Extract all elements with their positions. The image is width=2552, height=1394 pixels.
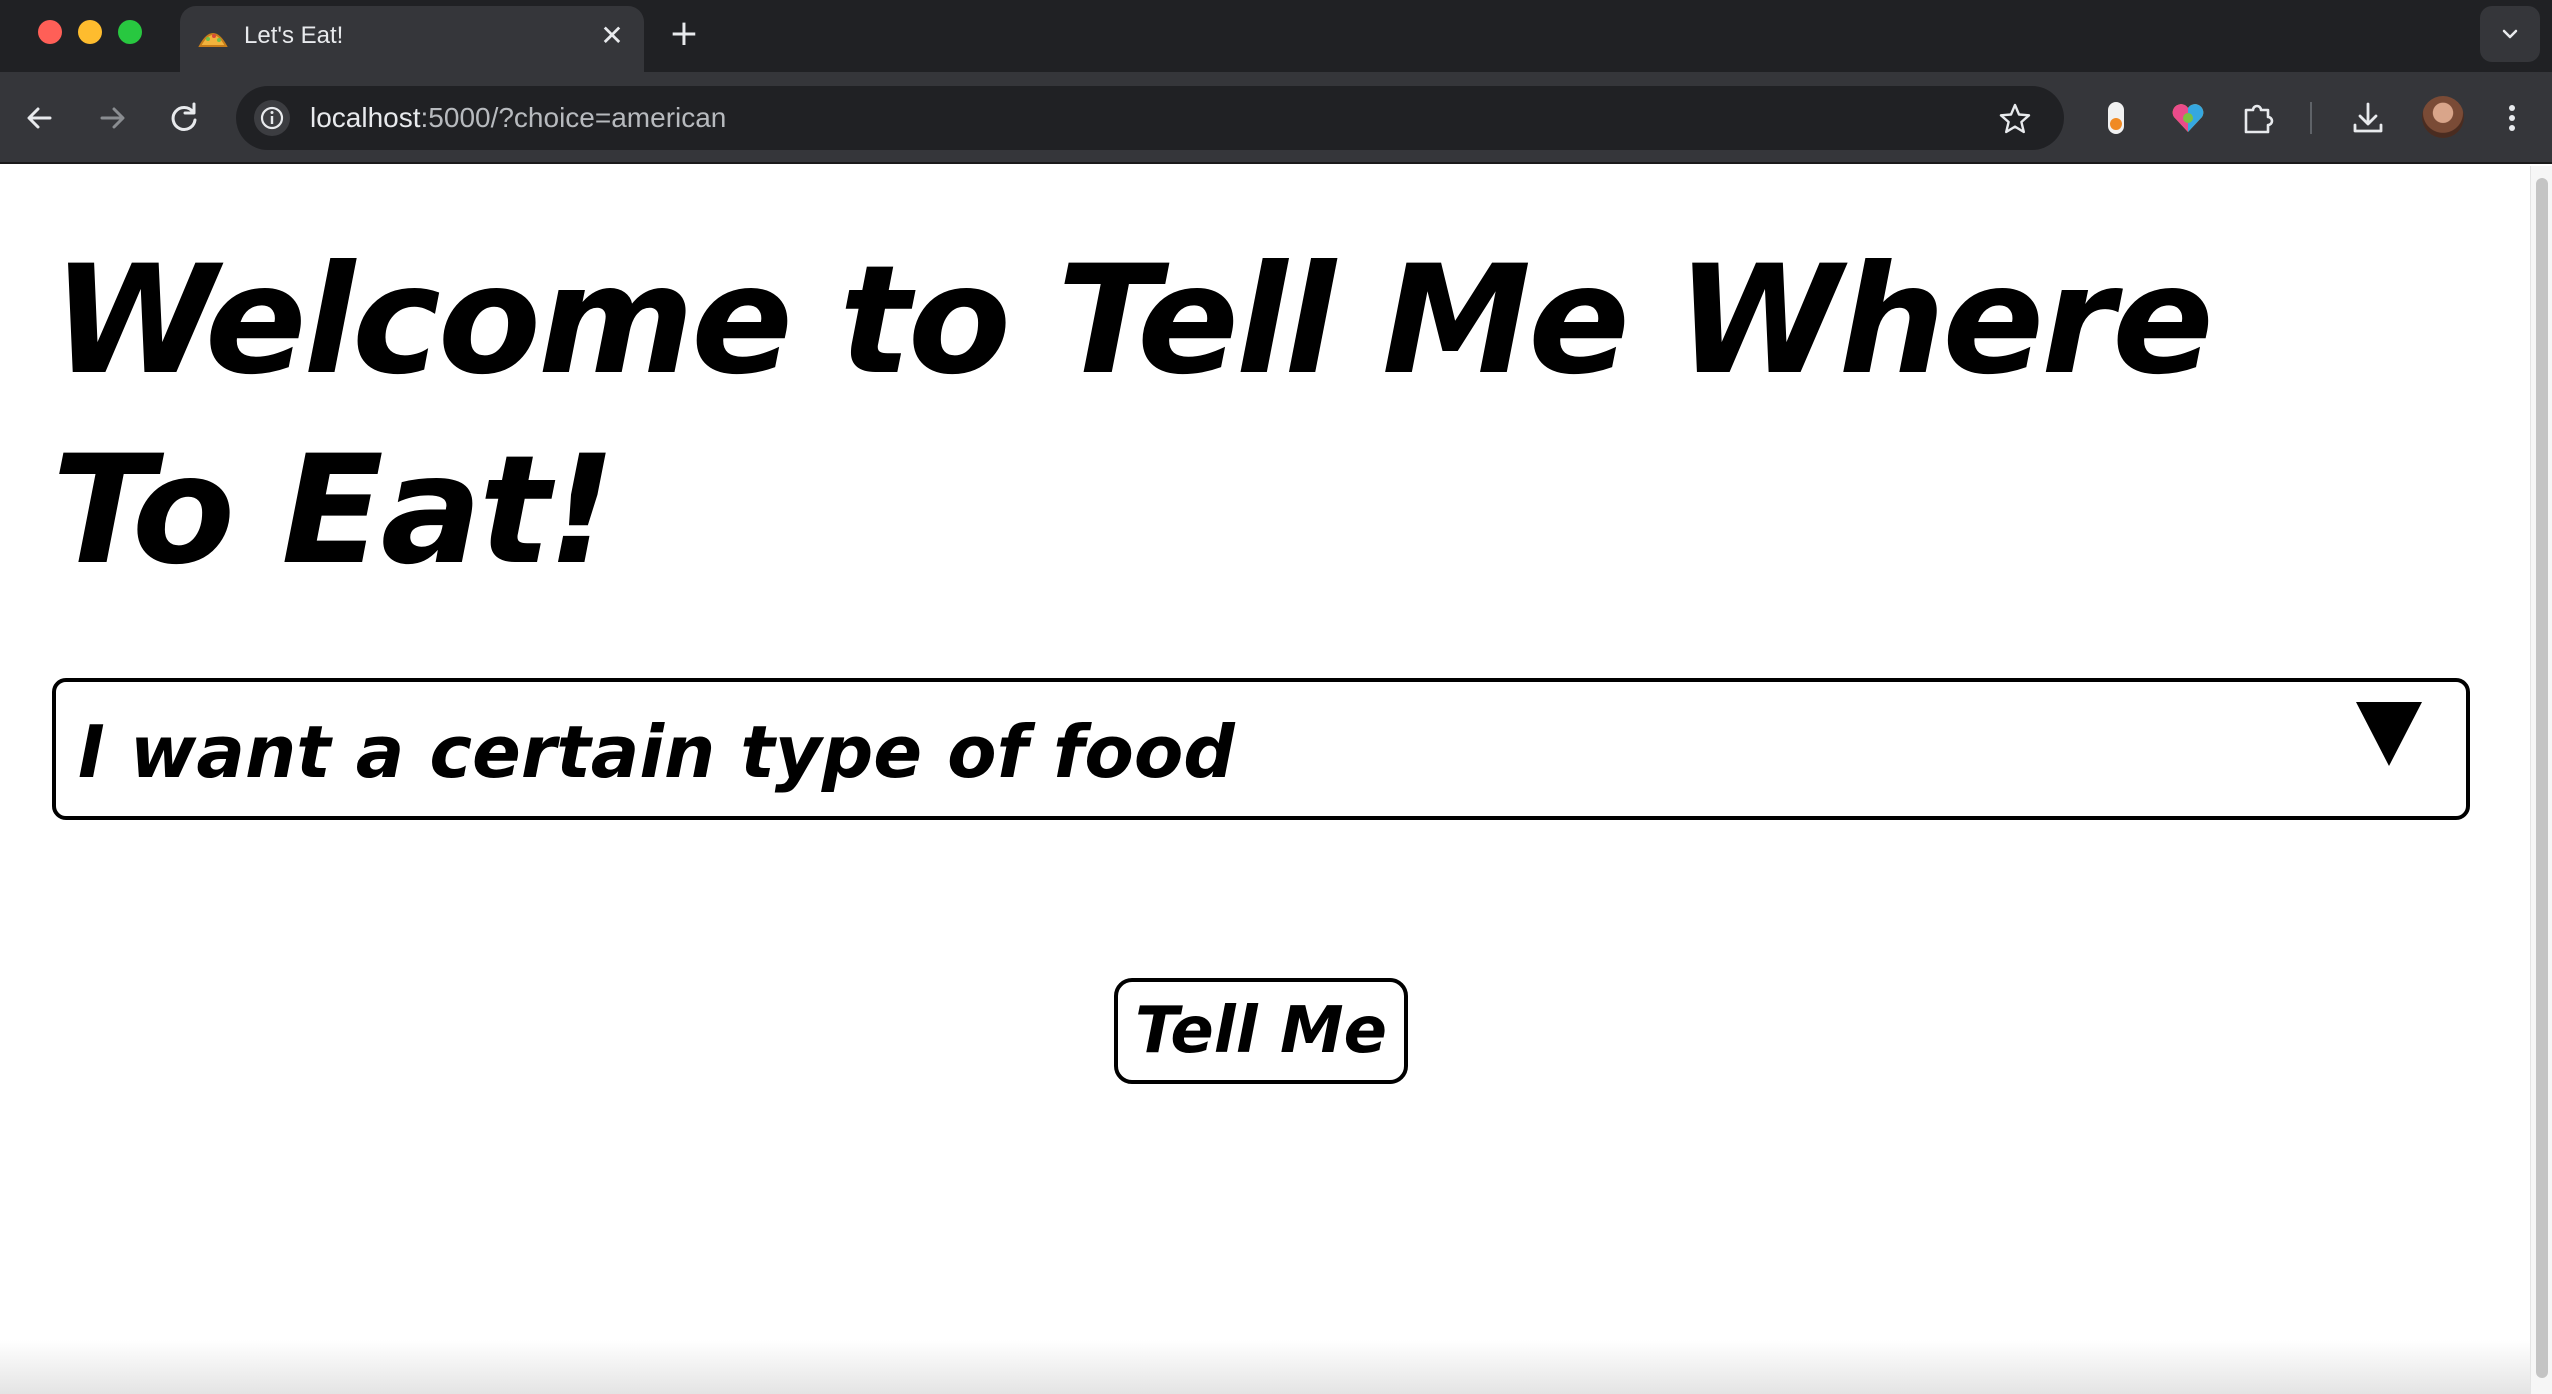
food-choice-select[interactable]: I want a certain type of food xyxy=(52,678,2470,820)
heart-extension-icon[interactable] xyxy=(2168,98,2208,142)
download-icon[interactable] xyxy=(2348,98,2388,142)
address-bar[interactable]: localhost:5000/?choice=american xyxy=(236,86,2064,150)
bookmark-star-icon[interactable] xyxy=(1998,102,2032,140)
minimize-window-button[interactable] xyxy=(78,20,102,44)
forward-button[interactable] xyxy=(90,96,134,140)
tab-search-button[interactable] xyxy=(2480,6,2540,62)
tell-me-button[interactable]: Tell Me xyxy=(1114,978,1408,1084)
close-window-button[interactable] xyxy=(38,20,62,44)
url-host: localhost xyxy=(310,102,421,133)
extension-toggle-icon[interactable] xyxy=(2098,98,2134,142)
page-bottom-shadow xyxy=(0,1340,2530,1394)
page-viewport: Welcome to Tell Me Where To Eat! I want … xyxy=(0,166,2530,1394)
close-tab-icon[interactable]: ✕ xyxy=(596,20,628,52)
kebab-menu-icon[interactable] xyxy=(2494,98,2530,142)
toolbar-divider xyxy=(2310,102,2312,134)
chevron-down-icon xyxy=(2502,29,2518,39)
site-info-icon[interactable] xyxy=(254,100,290,136)
profile-avatar[interactable] xyxy=(2422,96,2464,138)
puzzle-extensions-icon[interactable] xyxy=(2238,98,2278,142)
url-text: localhost:5000/?choice=american xyxy=(310,102,726,134)
url-path: :5000/?choice=american xyxy=(420,102,727,133)
forward-icon xyxy=(100,107,125,129)
page-scrollbar[interactable] xyxy=(2530,166,2552,1394)
new-tab-button[interactable]: + xyxy=(664,14,704,54)
select-selected-value: I want a certain type of food xyxy=(78,710,1235,794)
tab-lets-eat[interactable]: Let's Eat! ✕ xyxy=(180,6,644,72)
back-icon xyxy=(27,107,52,129)
scrollbar-thumb[interactable] xyxy=(2536,178,2548,1378)
page-title: Welcome to Tell Me Where To Eat! xyxy=(52,234,2214,598)
reload-icon xyxy=(171,102,197,131)
taco-icon xyxy=(198,24,228,52)
browser-toolbar: localhost:5000/?choice=american xyxy=(0,72,2552,164)
zoom-window-button[interactable] xyxy=(118,20,142,44)
dropdown-arrow-icon xyxy=(2352,696,2426,774)
reload-button[interactable] xyxy=(162,96,206,140)
tab-title: Let's Eat! xyxy=(244,22,344,49)
back-button[interactable] xyxy=(18,96,62,140)
browser-tab-strip: Let's Eat! ✕ + xyxy=(0,0,2552,72)
